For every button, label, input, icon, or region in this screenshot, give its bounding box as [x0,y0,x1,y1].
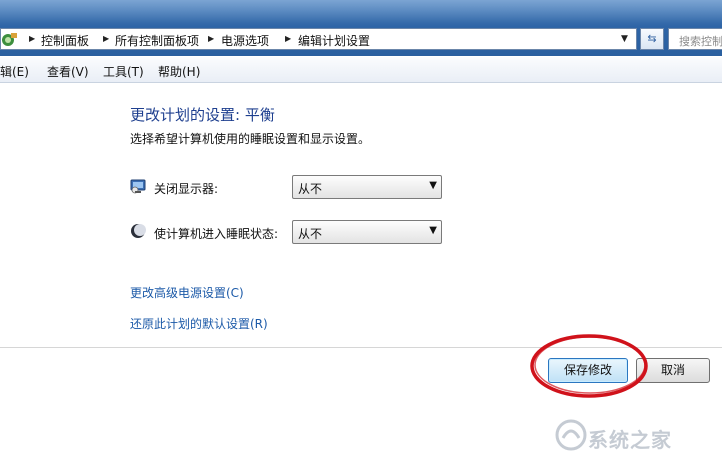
control-panel-icon [2,33,17,46]
advanced-power-settings-link[interactable]: 更改高级电源设置(C) [130,284,244,301]
watermark-text: 系统之家 [588,428,672,452]
sleep-label: 使计算机进入睡眠状态: [154,227,279,241]
display-off-label: 关闭显示器: [154,182,219,196]
display-off-value: 从不 [298,182,323,196]
sleep-moon-icon [131,224,146,238]
menu-tools[interactable]: 工具(T) [103,63,144,80]
watermark-logo: 系统之家 [548,414,722,458]
divider [0,347,722,348]
breadcrumb-separator-icon[interactable]: ▶ [208,34,214,43]
search-box[interactable]: 搜索控制 [668,28,722,50]
content-area: 更改计划的设置: 平衡 选择希望计算机使用的睡眠设置和显示设置。 关闭显示器: … [0,84,722,462]
monitor-icon [130,179,146,194]
address-bar[interactable]: ▶ 控制面板 ▶ 所有控制面板项 ▶ 电源选项 ▶ 编辑计划设置 ▼ [0,28,637,50]
sleep-select[interactable]: 从不 ▼ [292,220,442,244]
breadcrumb-separator-icon: ▶ [29,34,36,43]
display-off-select[interactable]: 从不 ▼ [292,175,442,199]
breadcrumb-control-panel[interactable]: 控制面板 [41,32,89,49]
cancel-button[interactable]: 取消 [636,358,710,383]
refresh-icon: ⇆ [647,32,657,45]
address-history-dropdown-icon[interactable]: ▼ [621,34,628,44]
menu-bar: 辑(E) 查看(V) 工具(T) 帮助(H) [0,57,722,83]
breadcrumb-separator-icon[interactable]: ▶ [103,34,109,43]
menu-view[interactable]: 查看(V) [47,63,89,80]
restore-defaults-link[interactable]: 还原此计划的默认设置(R) [130,315,268,332]
save-changes-button[interactable]: 保存修改 [548,358,628,383]
breadcrumb-all-items[interactable]: 所有控制面板项 [115,32,199,49]
search-placeholder: 搜索控制 [679,35,722,48]
page-title: 更改计划的设置: 平衡 [130,106,275,124]
chevron-down-icon: ▼ [429,180,437,191]
page-description: 选择希望计算机使用的睡眠设置和显示设置。 [130,132,371,146]
watermark-icon [555,419,587,451]
breadcrumb-power-options[interactable]: 电源选项 [221,32,269,49]
sleep-value: 从不 [298,227,323,241]
menu-edit[interactable]: 辑(E) [0,63,29,80]
menu-help[interactable]: 帮助(H) [158,63,200,80]
refresh-button[interactable]: ⇆ [640,28,664,50]
breadcrumb-separator-icon[interactable]: ▶ [285,34,291,43]
breadcrumb-edit-plan[interactable]: 编辑计划设置 [298,32,370,49]
address-bar-region: ▶ 控制面板 ▶ 所有控制面板项 ▶ 电源选项 ▶ 编辑计划设置 ▼ ⇆ 搜索控… [0,0,722,56]
chevron-down-icon: ▼ [429,225,437,236]
